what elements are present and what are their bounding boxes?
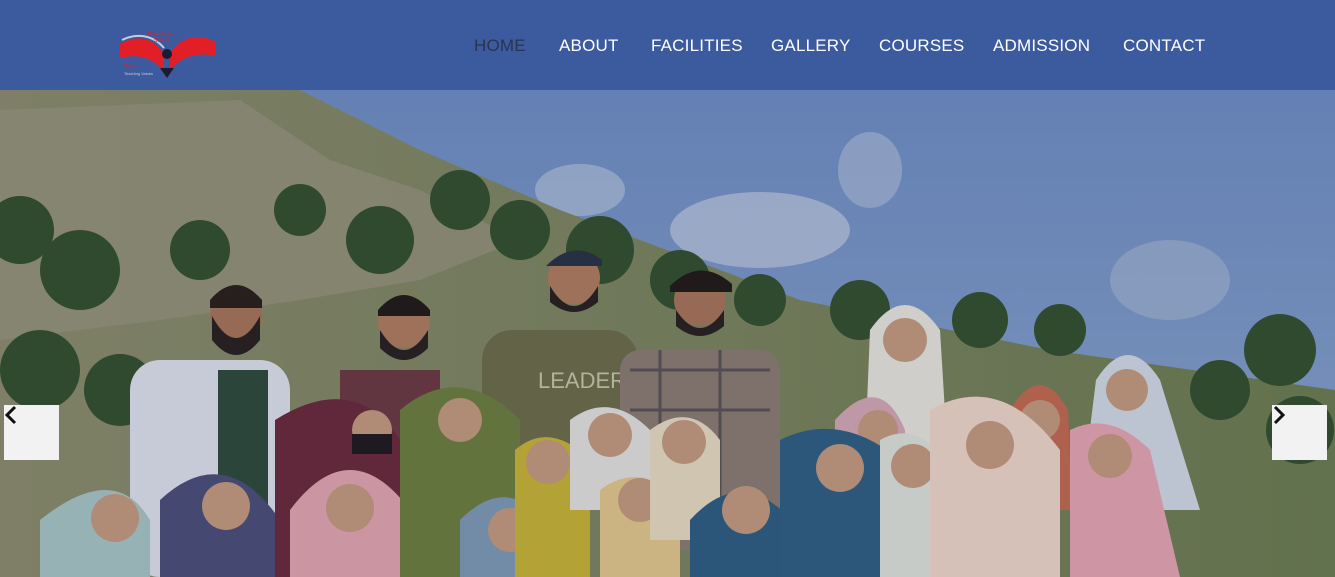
- logo-text-line-4: Teaching Values: [124, 71, 153, 76]
- navbar: Pillar Public School Shine Teaching Valu…: [0, 0, 1335, 90]
- logo-text-line-2: School: [154, 38, 169, 44]
- nav-home[interactable]: HOME: [474, 36, 526, 56]
- nav-gallery[interactable]: GALLERY: [771, 36, 851, 56]
- nav-facilities[interactable]: FACILITIES: [651, 36, 743, 56]
- hero-carousel: LEADER: [0, 90, 1335, 577]
- nav-about[interactable]: ABOUT: [559, 36, 619, 56]
- nav-courses[interactable]: COURSES: [879, 36, 964, 56]
- book-logo-icon: Pillar Public School Shine Teaching Valu…: [120, 32, 216, 78]
- chevron-right-icon: [1273, 405, 1286, 425]
- carousel-prev-button[interactable]: [4, 405, 59, 460]
- chevron-left-icon: [4, 405, 17, 425]
- group-photo-image: LEADER: [0, 90, 1335, 577]
- nav-admission[interactable]: ADMISSION: [993, 36, 1090, 56]
- logo-text-line-3: Shine: [124, 64, 137, 70]
- school-logo[interactable]: Pillar Public School Shine Teaching Valu…: [118, 28, 220, 82]
- carousel-next-button[interactable]: [1272, 405, 1327, 460]
- nav-contact[interactable]: CONTACT: [1123, 36, 1205, 56]
